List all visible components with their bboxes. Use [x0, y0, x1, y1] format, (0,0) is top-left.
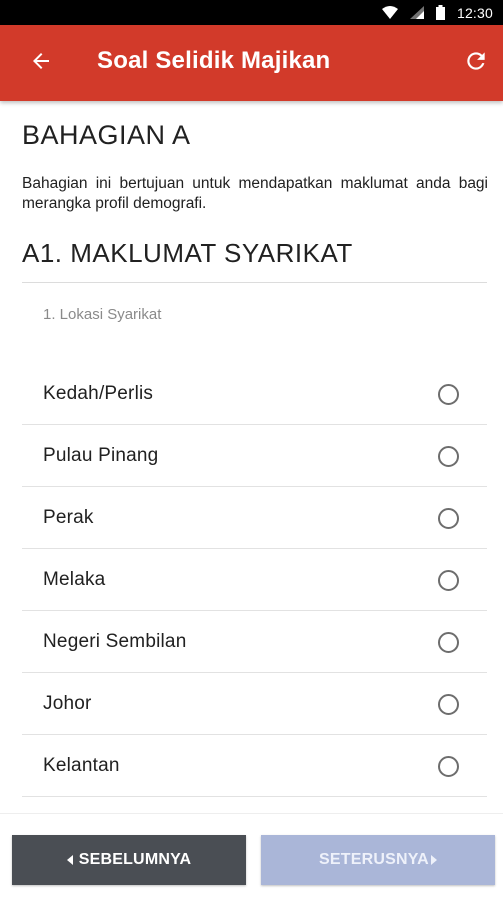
back-button[interactable] [26, 48, 56, 78]
option-kelantan[interactable]: Kelantan [22, 735, 487, 797]
radio-button[interactable] [438, 508, 459, 529]
subsection-title: A1. MAKLUMAT SYARIKAT [22, 238, 353, 268]
option-label: Perak [43, 507, 94, 528]
caret-left-icon [66, 855, 73, 865]
caret-right-icon [430, 855, 437, 865]
option-label: Johor [43, 693, 92, 714]
status-time: 12:30 [456, 4, 493, 21]
option-label: Negeri Sembilan [43, 631, 187, 652]
status-bar: 12:30 [0, 0, 503, 25]
radio-button[interactable] [438, 570, 459, 591]
refresh-icon [463, 48, 489, 79]
next-button[interactable]: SETERUSNYA [261, 835, 495, 885]
option-pulau-pinang[interactable]: Pulau Pinang [22, 425, 487, 487]
radio-group: Kedah/Perlis Pulau Pinang Perak Melaka N… [22, 363, 487, 797]
previous-button-label: SEBELUMNYA [78, 851, 192, 868]
section-description: Bahagian ini bertujuan untuk mendapatkan… [22, 175, 488, 212]
option-perak[interactable]: Perak [22, 487, 487, 549]
signal-icon [409, 6, 424, 19]
radio-button[interactable] [438, 446, 459, 467]
radio-button[interactable] [438, 384, 459, 405]
option-label: Kedah/Perlis [43, 383, 154, 404]
app-title: Soal Selidik Majikan [97, 47, 331, 74]
option-label: Pulau Pinang [43, 445, 159, 466]
option-label: Melaka [43, 569, 106, 590]
divider [22, 282, 487, 283]
bottom-navigation: SEBELUMNYA SETERUSNYA [0, 813, 503, 901]
survey-content[interactable]: BAHAGIAN A Bahagian ini bertujuan untuk … [0, 101, 503, 813]
next-button-label: SETERUSNYA [319, 851, 429, 868]
battery-icon [435, 5, 445, 20]
question-label: 1. Lokasi Syarikat [43, 306, 162, 323]
option-johor[interactable]: Johor [22, 673, 487, 735]
radio-button[interactable] [438, 632, 459, 653]
app-bar: Soal Selidik Majikan [0, 25, 503, 101]
arrow-left-icon [29, 49, 53, 78]
option-melaka[interactable]: Melaka [22, 549, 487, 611]
radio-button[interactable] [438, 756, 459, 777]
previous-button[interactable]: SEBELUMNYA [12, 835, 246, 885]
option-label: Kelantan [43, 755, 120, 776]
option-negeri-sembilan[interactable]: Negeri Sembilan [22, 611, 487, 673]
refresh-button[interactable] [461, 48, 491, 78]
wifi-icon [381, 6, 398, 19]
radio-button[interactable] [438, 694, 459, 715]
option-kedah-perlis[interactable]: Kedah/Perlis [22, 363, 487, 425]
section-title: BAHAGIAN A [22, 120, 191, 150]
